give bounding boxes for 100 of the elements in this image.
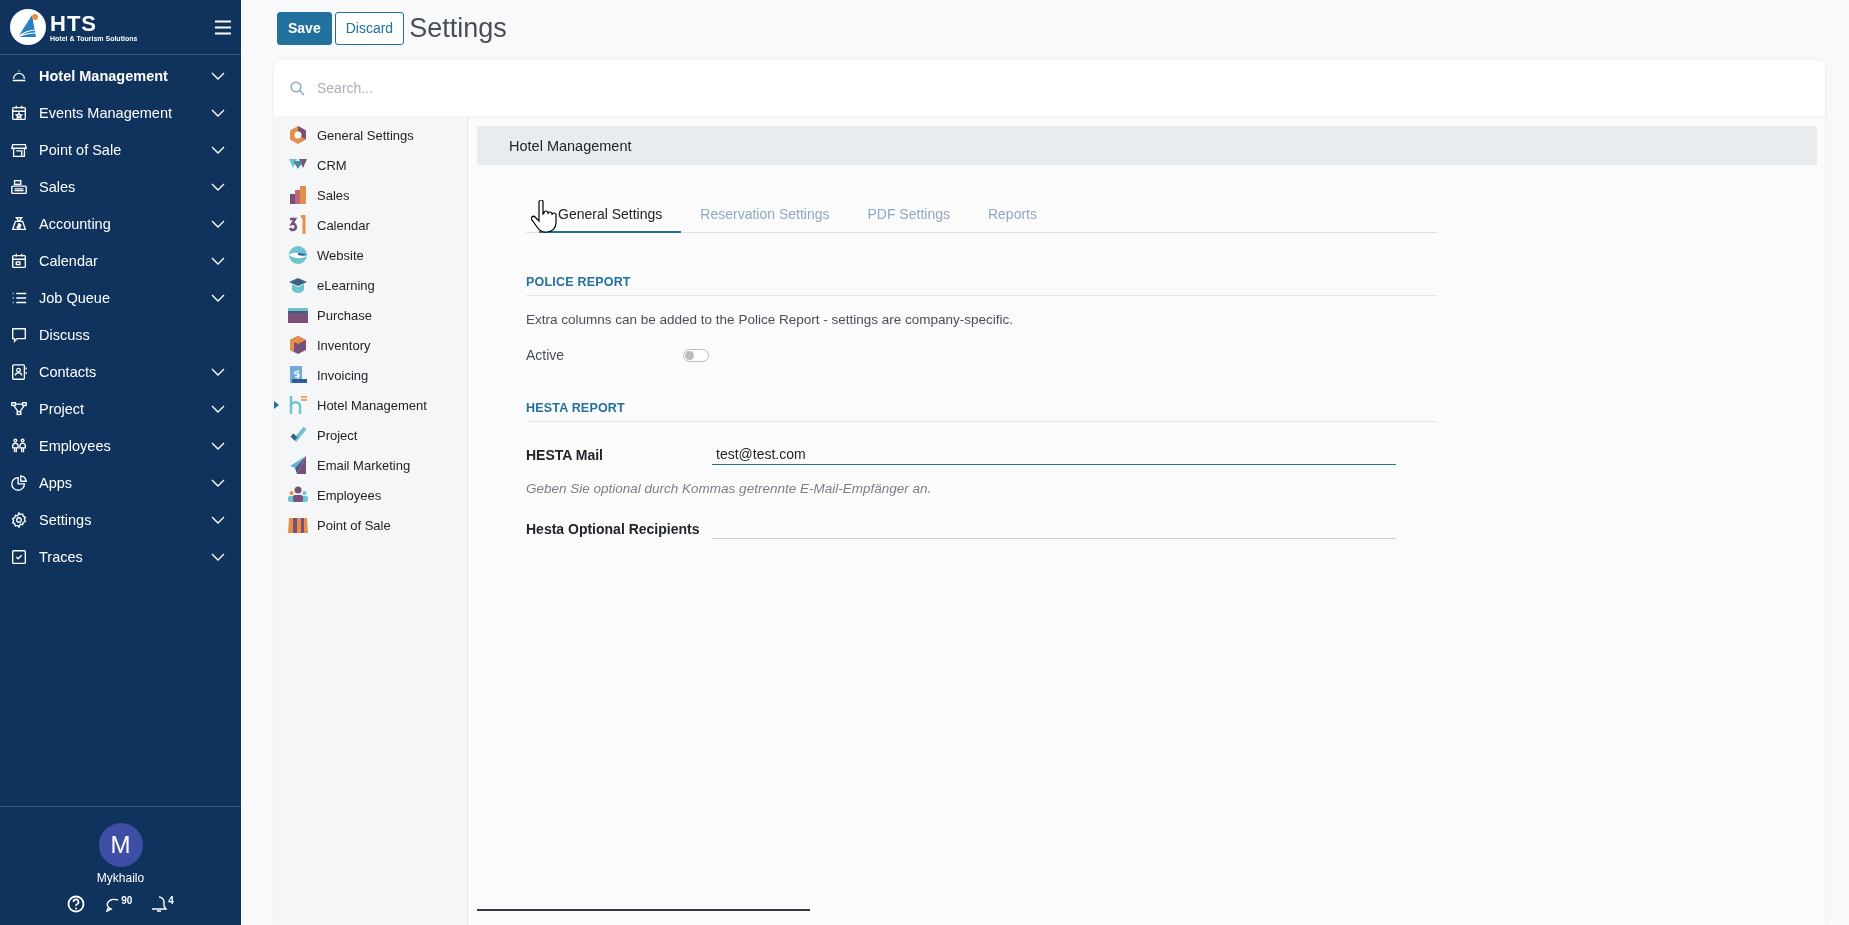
chevron-down-icon[interactable] — [211, 293, 225, 302]
page-title: Settings — [409, 12, 507, 44]
app-list-label: Inventory — [317, 337, 371, 353]
app-list-item[interactable]: Project — [274, 420, 467, 450]
sidebar-item-label: Project — [39, 400, 86, 417]
field-label: Active — [526, 347, 566, 363]
checkbox-icon — [10, 547, 28, 566]
sidebar-item[interactable]: Employees — [0, 427, 241, 464]
discard-button[interactable]: Discard — [334, 11, 405, 45]
pie-chart-icon — [10, 473, 28, 492]
paper-plane-icon — [288, 455, 308, 475]
app-list-label: Email Marketing — [317, 457, 411, 473]
contact-card-icon — [10, 362, 28, 381]
app-list-label: Invoicing — [317, 367, 369, 383]
settings-icon — [10, 510, 28, 529]
sidebar-item-label: Events Management — [39, 104, 173, 121]
bar-chart-icon — [288, 185, 308, 205]
chevron-down-icon[interactable] — [211, 182, 225, 191]
cash-register-icon — [10, 177, 28, 196]
chevron-down-icon[interactable] — [211, 367, 225, 376]
chevron-down-icon[interactable] — [211, 219, 225, 228]
sidebar-item[interactable]: Project — [0, 390, 241, 427]
sidebar-item[interactable]: Traces — [0, 538, 241, 575]
app-list-item[interactable]: Purchase — [274, 300, 467, 330]
search-icon — [290, 80, 305, 96]
sidebar-item-label: Hotel Management — [39, 67, 169, 84]
menu-icon[interactable] — [215, 19, 231, 35]
user-avatar[interactable]: M — [98, 823, 143, 867]
sidebar-item[interactable]: Point of Sale — [0, 131, 241, 168]
sidebar-item[interactable]: Calendar — [0, 242, 241, 279]
chevron-down-icon[interactable] — [211, 145, 225, 154]
section-header: Hotel Management — [477, 126, 1817, 165]
chevron-down-icon[interactable] — [211, 515, 225, 524]
chevron-down-icon[interactable] — [211, 478, 225, 487]
app-list-item[interactable]: Website — [274, 240, 467, 270]
calendar-icon — [10, 251, 28, 270]
field-hint: Geben Sie optional durch Kommas getrennte E-Mail-Empfänger an. — [526, 481, 933, 496]
awning-icon — [288, 515, 308, 535]
app-list-item[interactable]: CRM — [274, 150, 467, 180]
sidebar-item[interactable]: Contacts — [0, 353, 241, 390]
sidebar-item-label: Calendar — [39, 252, 99, 269]
toggle-switch[interactable] — [683, 348, 709, 362]
calendar-icon — [10, 103, 28, 122]
sidebar-item[interactable]: Accounting — [0, 205, 241, 242]
invoice-icon — [288, 365, 308, 385]
search-input[interactable]: Search... — [315, 79, 1809, 97]
app-list-item[interactable]: Email Marketing — [274, 450, 467, 480]
help-icon[interactable] — [67, 895, 86, 913]
app-list-item[interactable]: Invoicing — [274, 360, 467, 390]
text-input[interactable]: test@test.com — [712, 444, 1396, 465]
app-list-item[interactable]: eLearning — [274, 270, 467, 300]
sidebar-item-label: Traces — [39, 548, 84, 565]
app-list-item[interactable]: Employees — [274, 480, 467, 510]
sidebar-item[interactable]: Events Management — [0, 94, 241, 131]
sidebar-item[interactable]: Hotel Management — [0, 57, 241, 94]
app-list-item[interactable]: Inventory — [274, 330, 467, 360]
app-list-item[interactable]: Hotel Management — [274, 390, 467, 420]
app-list-label: Sales — [317, 187, 350, 203]
bell-icon[interactable] — [150, 895, 169, 913]
network-icon — [10, 399, 28, 418]
box-icon — [288, 335, 308, 355]
people-icon — [10, 436, 28, 455]
calendar-number-icon — [288, 215, 308, 235]
app-list-label: Purchase — [317, 307, 372, 323]
user-name: Mykhailo — [96, 871, 145, 885]
app-list-label: Point of Sale — [317, 517, 391, 533]
app-list-item[interactable]: Point of Sale — [274, 510, 467, 540]
people-group-icon — [288, 485, 308, 505]
sidebar-item[interactable]: Settings — [0, 501, 241, 538]
message-count: 90 — [121, 895, 133, 906]
app-list-item[interactable]: Sales — [274, 180, 467, 210]
chevron-down-icon[interactable] — [211, 404, 225, 413]
sidebar-item[interactable]: Discuss — [0, 316, 241, 353]
app-list-label: CRM — [317, 157, 347, 173]
field-label: Hesta Optional Recipients — [526, 520, 701, 537]
app-list-item[interactable]: General Settings — [274, 120, 467, 150]
sidebar-item-label: Point of Sale — [39, 141, 123, 158]
app-list-label: Website — [317, 247, 364, 263]
globe-icon — [288, 245, 308, 265]
app-list-label: General Settings — [317, 127, 414, 143]
sidebar-item-label: Settings — [39, 511, 93, 528]
chevron-down-icon[interactable] — [211, 552, 225, 561]
chevron-down-icon[interactable] — [211, 108, 225, 117]
section-title: POLICE REPORT — [526, 275, 1437, 296]
app-list-label: eLearning — [317, 277, 375, 293]
sidebar-item-label: Accounting — [39, 215, 112, 232]
app-list-item[interactable]: Calendar — [274, 210, 467, 240]
sidebar-item[interactable]: Job Queue — [0, 279, 241, 316]
credit-card-icon — [288, 305, 308, 325]
sidebar-item[interactable]: Apps — [0, 464, 241, 501]
chevron-down-icon[interactable] — [211, 71, 225, 80]
app-list-label: Calendar — [317, 217, 370, 233]
search-field[interactable]: Search... — [274, 60, 1825, 116]
chevron-down-icon[interactable] — [211, 256, 225, 265]
logo-name: HTS — [50, 12, 98, 35]
save-button[interactable]: Save — [277, 11, 332, 45]
sidebar-item[interactable]: Sales — [0, 168, 241, 205]
hexagon-icon — [288, 125, 308, 145]
chevron-down-icon[interactable] — [211, 441, 225, 450]
sidebar-item-label: Discuss — [39, 326, 91, 343]
